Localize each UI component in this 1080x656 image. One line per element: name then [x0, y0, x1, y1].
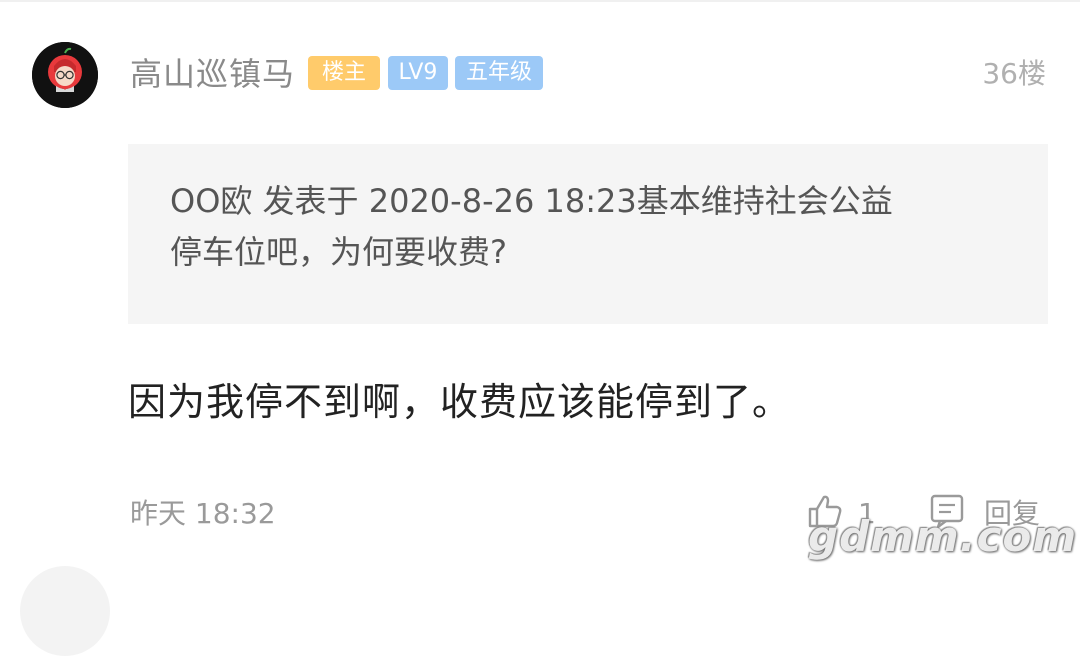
grade-badge: 五年级 — [455, 56, 543, 90]
avatar-image — [32, 42, 98, 108]
quote-line-1: OO欧 发表于 2020-8-26 18:23基本维持社会公益 — [170, 182, 893, 220]
username[interactable]: 高山巡镇马 — [130, 52, 295, 96]
quoted-post[interactable]: OO欧 发表于 2020-8-26 18:23基本维持社会公益 停车位吧，为何要… — [128, 144, 1048, 324]
owner-badge: 楼主 — [308, 56, 380, 90]
post-time: 昨天 18:32 — [130, 497, 276, 530]
floor-number: 36楼 — [982, 57, 1046, 90]
reply-content: 因为我停不到啊，收费应该能停到了。 — [128, 380, 792, 424]
site-watermark: gdmm.com — [808, 512, 1078, 561]
top-divider — [0, 0, 1080, 2]
user-avatar[interactable] — [32, 42, 98, 108]
level-badge: LV9 — [388, 56, 448, 90]
next-post-avatar[interactable] — [20, 566, 110, 656]
quote-line-2: 停车位吧，为何要收费? — [170, 233, 507, 271]
